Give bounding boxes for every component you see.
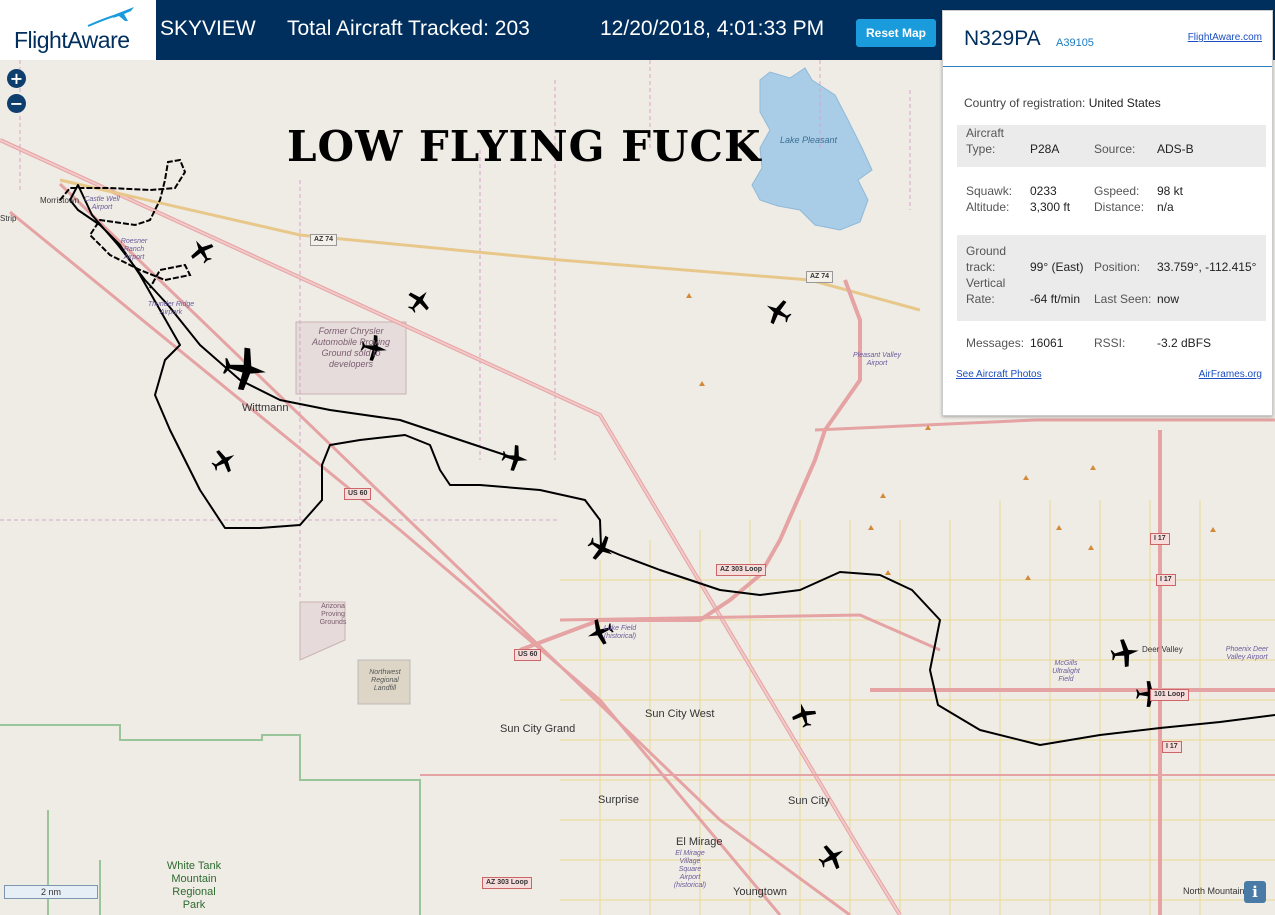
squawk-label: Squawk:	[966, 184, 1013, 198]
logo-text: FlightAware	[14, 27, 130, 53]
messages-label: Messages:	[966, 336, 1025, 350]
aircraft-info-panel: N329PA A39105 FlightAware.com Country of…	[942, 10, 1273, 416]
road-shield: I 17	[1156, 574, 1176, 586]
road-shield: US 60	[344, 488, 372, 500]
proving-ground-label: Arizona Proving Grounds	[319, 603, 347, 626]
aircraft-icon[interactable]	[764, 298, 792, 326]
place-label: Sun City	[788, 795, 830, 807]
position-label: Position:	[1094, 260, 1141, 274]
country-label: Country of registration:	[964, 96, 1086, 110]
country-of-registration: Country of registration: United States	[964, 96, 1161, 110]
place-label: Surprise	[598, 794, 639, 806]
aircraft-type-value: P28A	[1030, 142, 1060, 156]
rssi-label: RSSI:	[1094, 336, 1126, 350]
aircraft-tracked-counter: Total Aircraft Tracked: 203	[287, 17, 530, 41]
messages-value: 16061	[1030, 336, 1064, 350]
airframes-link[interactable]: AirFrames.org	[1199, 369, 1262, 380]
aircraft-icon[interactable]	[1110, 638, 1140, 668]
aircraft-type-label: Aircraft Type:	[966, 126, 1005, 156]
lake-label: Lake Pleasant	[780, 135, 838, 145]
road-shield: AZ 303 Loop	[716, 564, 767, 576]
road-shield: AZ 74	[806, 271, 834, 283]
road-shield: I 17	[1150, 533, 1170, 545]
place-label: Sun City Grand	[500, 723, 576, 735]
place-label: Wittmann	[242, 402, 289, 414]
squawk-value: 0233	[1030, 184, 1057, 198]
road-shield: AZ 303 Loop	[482, 877, 533, 889]
datetime-display: 12/20/2018, 4:01:33 PM	[600, 17, 825, 40]
distance-value: n/a	[1157, 200, 1174, 214]
ground-track-label: Ground track:	[966, 244, 1007, 274]
aircraft-icon[interactable]	[501, 444, 529, 472]
place-label: Youngtown	[733, 886, 788, 898]
selected-aircraft-icon[interactable]	[222, 346, 268, 392]
distance-label: Distance:	[1094, 200, 1145, 214]
gspeed-label: Gspeed:	[1094, 184, 1140, 198]
road-shield: I 17	[1162, 741, 1182, 753]
aircraft-hex-code[interactable]: A39105	[1056, 37, 1094, 49]
ground-track-value: 99° (East)	[1030, 260, 1084, 274]
aircraft-icon[interactable]	[818, 843, 846, 871]
place-label: Sun City West	[645, 708, 715, 720]
proving-ground-label: Former Chrysler Automobile Proving Groun…	[311, 326, 391, 369]
user-annotation-text: LOW FLYING FUCK	[287, 122, 762, 171]
airport-label: Roesner Ranch Airport	[120, 238, 148, 261]
rssi-value: -3.2 dBFS	[1157, 336, 1212, 350]
last-seen-value: now	[1157, 292, 1180, 306]
altitude-value: 3,300 ft	[1030, 200, 1071, 214]
map-scale-bar: 2 nm	[4, 885, 98, 899]
zoom-out-button[interactable]: −	[7, 94, 26, 113]
place-label: North Mountain	[1183, 886, 1245, 896]
airport-label: Castle Well Airport	[84, 196, 120, 211]
airport-label: El Mirage Village Square Airport (histor…	[673, 850, 707, 889]
app-name: SKYVIEW	[160, 17, 256, 40]
vertical-rate-value: -64 ft/min	[1030, 292, 1081, 306]
aircraft-icon[interactable]	[587, 534, 615, 562]
tracked-count: 203	[494, 17, 530, 40]
panel-header: N329PA A39105 FlightAware.com	[943, 11, 1272, 67]
airport-label: McGills Ultralight Field	[1052, 660, 1080, 683]
landfill-label: Northwest Regional Landfill	[369, 669, 401, 692]
park-label: White Tank Mountain Regional Park	[166, 860, 222, 911]
lake-pleasant-water	[751, 67, 873, 231]
airport-label: Phoenix Deer Valley Airport	[1225, 646, 1269, 661]
position-value: 33.759°, -112.415°	[1157, 260, 1257, 274]
airport-label: Luke Field (historical)	[603, 625, 637, 640]
vertical-rate-label: Vertical Rate:	[966, 276, 1006, 306]
road-shield: AZ 74	[310, 234, 338, 246]
aircraft-icon[interactable]	[791, 702, 817, 728]
source-value: ADS-B	[1157, 142, 1194, 156]
gspeed-value: 98 kt	[1157, 184, 1184, 198]
last-seen-label: Last Seen:	[1094, 292, 1152, 306]
place-label: Morristown	[40, 196, 80, 205]
altitude-label: Altitude:	[966, 200, 1010, 214]
place-label: Strip	[0, 214, 17, 223]
aircraft-icon[interactable]	[211, 448, 237, 474]
aircraft-icon[interactable]	[189, 238, 215, 264]
tracked-label: Total Aircraft Tracked:	[287, 17, 489, 40]
aircraft-registration: N329PA	[964, 27, 1041, 50]
reset-map-button[interactable]: Reset Map	[856, 19, 936, 47]
place-label: El Mirage	[676, 836, 723, 848]
road-shield: 101 Loop	[1150, 689, 1189, 701]
aircraft-icon[interactable]	[406, 288, 432, 314]
zoom-in-button[interactable]: +	[7, 69, 26, 88]
road-shield: US 60	[514, 649, 542, 661]
see-aircraft-photos-link[interactable]: See Aircraft Photos	[956, 369, 1042, 380]
info-icon[interactable]: i	[1244, 881, 1266, 903]
airport-label: Pleasant Valley Airport	[853, 352, 901, 367]
source-label: Source:	[1094, 142, 1136, 156]
place-label: Deer Valley	[1142, 645, 1183, 654]
flightaware-link[interactable]: FlightAware.com	[1188, 32, 1262, 43]
airport-label: Thunder Ridge Airpark	[147, 301, 195, 316]
country-value: United States	[1088, 96, 1161, 110]
flightaware-logo[interactable]: FlightAware	[0, 0, 156, 60]
